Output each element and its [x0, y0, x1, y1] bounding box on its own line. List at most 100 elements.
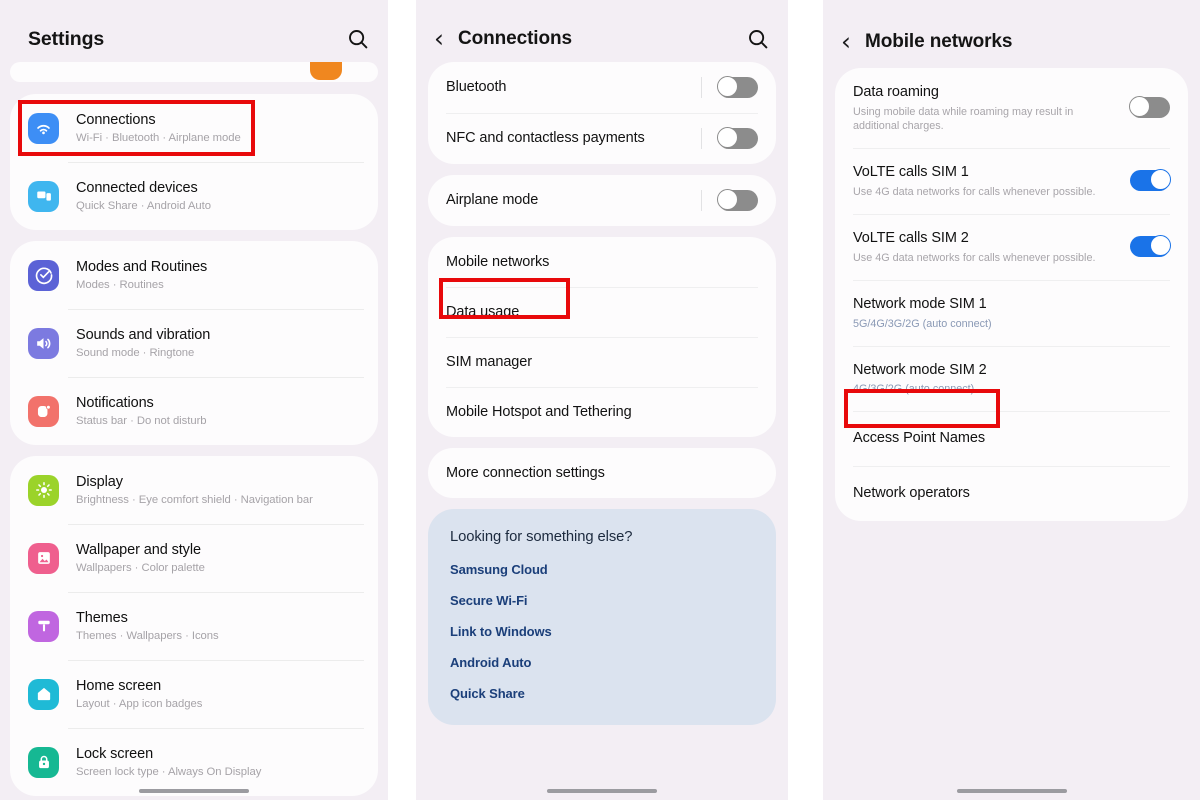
row-label: Access Point Names	[853, 430, 985, 447]
back-chevron-icon[interactable]: ‹	[841, 29, 851, 54]
row-volte-sim-1[interactable]: VoLTE calls SIM 1 Use 4G data networks f…	[835, 147, 1188, 214]
sidebar-item-label: Connected devices	[76, 179, 198, 196]
row-divider	[701, 77, 702, 98]
row-bluetooth[interactable]: Bluetooth	[428, 62, 776, 113]
brightness-icon	[28, 474, 59, 506]
promo-link-link-to-windows[interactable]: Link to Windows	[450, 624, 754, 639]
row-text: Home screen Layout · App icon badges	[76, 677, 202, 712]
paint-roller-icon	[28, 610, 59, 642]
promo-title: Looking for something else?	[450, 529, 633, 545]
sidebar-item-label: Display	[76, 473, 123, 490]
gesture-pill[interactable]	[139, 789, 249, 793]
sidebar-item-sublabel: Status bar · Do not disturb	[76, 414, 207, 427]
row-network-mode-sim-2[interactable]: Network mode SIM 2 4G/3G/2G (auto connec…	[835, 345, 1188, 412]
wifi-icon	[28, 112, 59, 144]
row-text: VoLTE calls SIM 2 Use 4G data networks f…	[853, 229, 1130, 265]
sidebar-item-modes-and-routines[interactable]: Modes and Routines Modes · Routines	[10, 241, 378, 309]
volte-sim-1-toggle[interactable]	[1130, 169, 1171, 192]
row-text: Display Brightness · Eye comfort shield …	[76, 473, 313, 508]
row-text: Sounds and vibration Sound mode · Ringto…	[76, 326, 210, 361]
sidebar-item-connected-devices[interactable]: Connected devices Quick Share · Android …	[10, 162, 378, 230]
search-icon[interactable]	[346, 27, 370, 51]
toggle-knob	[717, 76, 738, 97]
back-chevron-icon[interactable]: ‹	[434, 26, 444, 51]
sidebar-item-lock-screen[interactable]: Lock screen Screen lock type · Always On…	[10, 728, 378, 796]
mobile-networks-scroll[interactable]: Data roaming Using mobile data while roa…	[823, 68, 1200, 522]
row-access-point-names[interactable]: Access Point Names	[835, 411, 1188, 466]
promo-link-quick-share[interactable]: Quick Share	[450, 686, 754, 701]
row-label: Data roaming	[853, 84, 939, 100]
row-text: Themes Themes · Wallpapers · Icons	[76, 609, 219, 644]
row-sublabel: Use 4G data networks for calls whenever …	[853, 251, 1096, 264]
promo-link-android-auto[interactable]: Android Auto	[450, 655, 754, 670]
sidebar-item-sublabel: Wallpapers · Color palette	[76, 561, 205, 574]
mobile-networks-group: Data roaming Using mobile data while roa…	[835, 68, 1188, 522]
more-settings-group: More connection settings	[428, 448, 776, 498]
sidebar-item-sounds-and-vibration[interactable]: Sounds and vibration Sound mode · Ringto…	[10, 309, 378, 377]
bluetooth-toggle[interactable]	[717, 76, 758, 98]
search-icon[interactable]	[746, 27, 770, 51]
row-network-operators[interactable]: Network operators	[835, 466, 1188, 521]
row-text: Connections Wi-Fi · Bluetooth · Airplane…	[76, 111, 241, 146]
sidebar-item-sublabel: Themes · Wallpapers · Icons	[76, 629, 219, 642]
row-text: Network mode SIM 1 5G/4G/3G/2G (auto con…	[853, 295, 1170, 331]
row-mobile-hotspot-and-tethering[interactable]: Mobile Hotspot and Tethering	[428, 387, 776, 437]
settings-scroll[interactable]: Connections Wi-Fi · Bluetooth · Airplane…	[0, 94, 388, 800]
row-more-connection-settings[interactable]: More connection settings	[428, 448, 776, 498]
data-roaming-toggle[interactable]	[1129, 96, 1170, 119]
row-text: Modes and Routines Modes · Routines	[76, 258, 207, 293]
gesture-navbar	[416, 789, 788, 793]
row-data-roaming[interactable]: Data roaming Using mobile data while roa…	[835, 68, 1188, 148]
lock-icon	[28, 746, 59, 778]
gesture-pill[interactable]	[956, 789, 1067, 793]
gesture-navbar	[0, 789, 388, 793]
row-nfc[interactable]: NFC and contactless payments	[428, 113, 776, 164]
sidebar-item-wallpaper-and-style[interactable]: Wallpaper and style Wallpapers · Color p…	[10, 524, 378, 592]
row-text: NFC and contactless payments	[446, 129, 701, 148]
partial-card-above	[10, 62, 378, 82]
row-text: Notifications Status bar · Do not distur…	[76, 394, 207, 429]
sidebar-item-sublabel: Brightness · Eye comfort shield · Naviga…	[76, 493, 313, 506]
sidebar-item-notifications[interactable]: Notifications Status bar · Do not distur…	[10, 377, 378, 445]
page-title: Settings	[28, 27, 105, 50]
row-volte-sim-2[interactable]: VoLTE calls SIM 2 Use 4G data networks f…	[835, 213, 1188, 280]
sidebar-item-display[interactable]: Display Brightness · Eye comfort shield …	[10, 456, 378, 524]
promo-link-secure-wifi[interactable]: Secure Wi-Fi	[450, 593, 754, 608]
sidebar-item-label: Sounds and vibration	[76, 326, 211, 343]
airplane-mode-toggle[interactable]	[717, 189, 758, 211]
sidebar-item-label: Connections	[76, 111, 156, 128]
promo-link-samsung-cloud[interactable]: Samsung Cloud	[450, 562, 754, 577]
sidebar-item-home-screen[interactable]: Home screen Layout · App icon badges	[10, 660, 378, 728]
sidebar-item-connections[interactable]: Connections Wi-Fi · Bluetooth · Airplane…	[10, 94, 378, 162]
row-label: Network operators	[853, 485, 970, 502]
gesture-pill[interactable]	[547, 789, 657, 793]
row-label: VoLTE calls SIM 2	[853, 229, 969, 246]
row-network-mode-sim-1[interactable]: Network mode SIM 1 5G/4G/3G/2G (auto con…	[835, 279, 1188, 346]
connections-list-group: Mobile networks Data usage SIM manager M…	[428, 237, 776, 437]
toggle-knob	[1129, 96, 1150, 118]
row-sublabel: 4G/3G/2G (auto connect)	[853, 383, 975, 396]
sidebar-item-themes[interactable]: Themes Themes · Wallpapers · Icons	[10, 592, 378, 660]
volte-sim-2-toggle[interactable]	[1130, 235, 1171, 258]
sidebar-item-label: Modes and Routines	[76, 258, 208, 275]
row-text: Bluetooth	[446, 78, 701, 97]
connections-scroll[interactable]: Bluetooth NFC and contactless payments A…	[416, 62, 788, 498]
row-sim-manager[interactable]: SIM manager	[428, 337, 776, 387]
phone-panel-mobile-networks: ‹ Mobile networks Data roaming Using mob…	[823, 0, 1200, 800]
row-label: Network mode SIM 2	[853, 361, 987, 378]
settings-group-connections: Connections Wi-Fi · Bluetooth · Airplane…	[10, 94, 378, 230]
row-mobile-networks[interactable]: Mobile networks	[428, 237, 776, 287]
row-text: Airplane mode	[446, 191, 701, 210]
row-data-usage[interactable]: Data usage	[428, 287, 776, 337]
toggle-knob	[1150, 235, 1171, 257]
screenshot-stage: Settings Connections Wi-Fi · Bluetooth ·…	[0, 0, 1200, 800]
row-airplane-mode[interactable]: Airplane mode	[428, 175, 776, 226]
connections-header: ‹ Connections	[416, 0, 788, 62]
nfc-toggle[interactable]	[717, 127, 758, 149]
row-label: Network mode SIM 1	[853, 295, 987, 312]
row-divider	[701, 190, 702, 211]
sidebar-item-sublabel: Screen lock type · Always On Display	[76, 765, 262, 778]
panel-gap-2	[788, 0, 823, 800]
row-sublabel: Using mobile data while roaming may resu…	[853, 105, 1074, 132]
sidebar-item-sublabel: Sound mode · Ringtone	[76, 346, 195, 359]
